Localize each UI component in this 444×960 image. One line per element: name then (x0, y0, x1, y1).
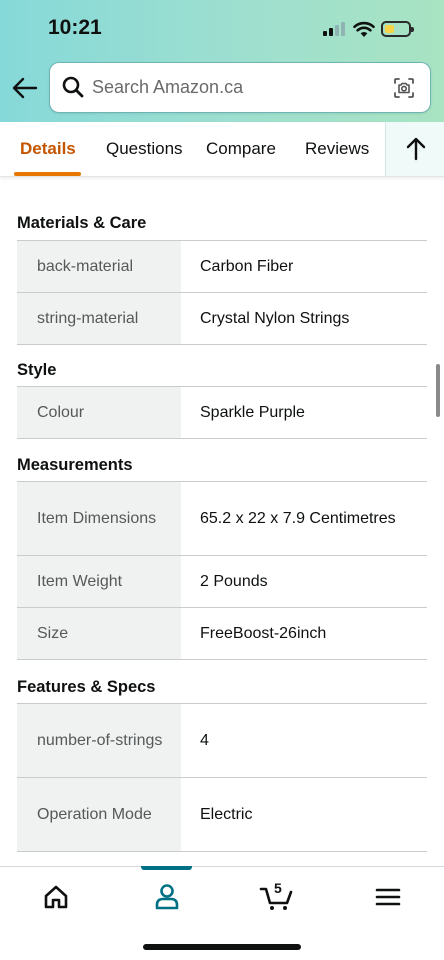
section-title-materials-care: Materials & Care (17, 214, 147, 232)
tab-reviews[interactable]: Reviews (305, 122, 369, 176)
tab-details[interactable]: Details (20, 122, 76, 176)
table-row: string-material Crystal Nylon Strings (17, 293, 427, 345)
section-title-features-specs: Features & Specs (17, 678, 156, 696)
spec-value: Crystal Nylon Strings (200, 309, 350, 327)
section-title-style: Style (17, 361, 57, 379)
table-row: Operation Mode Electric (17, 778, 427, 852)
spec-key: Colour (17, 387, 181, 438)
table-row: Size FreeBoost-26inch (17, 608, 427, 660)
spec-key: number-of-strings (17, 704, 181, 777)
table-row: Item Weight 2 Pounds (17, 556, 427, 608)
search-input[interactable] (92, 63, 382, 112)
app-header: 10:21 (0, 0, 444, 122)
spec-value: Sparkle Purple (200, 403, 305, 421)
home-icon[interactable] (36, 881, 76, 913)
spec-table-materials-care: back-material Carbon Fiber string-materi… (17, 240, 427, 345)
section-title-measurements: Measurements (17, 456, 133, 474)
table-row: Colour Sparkle Purple (17, 387, 427, 439)
page-scrollbar[interactable] (436, 364, 440, 417)
tab-questions[interactable]: Questions (106, 122, 183, 176)
back-arrow-icon[interactable] (12, 76, 38, 100)
spec-table-measurements: Item Dimensions 65.2 x 22 x 7.9 Centimet… (17, 481, 427, 660)
home-indicator (143, 944, 301, 950)
table-row: back-material Carbon Fiber (17, 241, 427, 293)
menu-icon[interactable] (368, 881, 408, 913)
spec-key: Item Dimensions (17, 482, 181, 555)
cellular-signal-icon (323, 22, 345, 36)
spec-key: Operation Mode (17, 778, 181, 851)
account-icon[interactable] (147, 881, 187, 913)
status-bar-time: 10:21 (48, 16, 102, 39)
spec-value: Carbon Fiber (200, 257, 294, 275)
search-icon (62, 76, 84, 98)
spec-value: FreeBoost-26inch (200, 624, 327, 642)
active-tab-indicator (14, 172, 81, 176)
tab-compare[interactable]: Compare (206, 122, 276, 176)
spec-table-style: Colour Sparkle Purple (17, 386, 427, 439)
spec-value: 65.2 x 22 x 7.9 Centimetres (200, 509, 396, 527)
scroll-to-top-button[interactable] (385, 122, 444, 176)
spec-key: Size (17, 608, 181, 659)
wifi-icon (353, 21, 375, 37)
spec-value: Electric (200, 805, 253, 823)
table-row: number-of-strings 4 (17, 704, 427, 778)
search-bar[interactable] (50, 63, 430, 112)
spec-key: back-material (17, 241, 181, 292)
spec-value: 4 (200, 731, 209, 749)
spec-key: Item Weight (17, 556, 181, 607)
spec-key: string-material (17, 293, 181, 344)
cart-count-badge: 5 (274, 880, 282, 896)
table-row: Item Dimensions 65.2 x 22 x 7.9 Centimet… (17, 482, 427, 556)
spec-table-features-specs: number-of-strings 4 Operation Mode Elect… (17, 703, 427, 852)
camera-search-icon[interactable] (392, 76, 416, 100)
active-nav-indicator (141, 866, 192, 870)
spec-value: 2 Pounds (200, 572, 268, 590)
battery-icon (381, 21, 414, 37)
arrow-up-icon (406, 137, 426, 161)
tab-bar: Details Questions Compare Reviews (0, 122, 444, 177)
